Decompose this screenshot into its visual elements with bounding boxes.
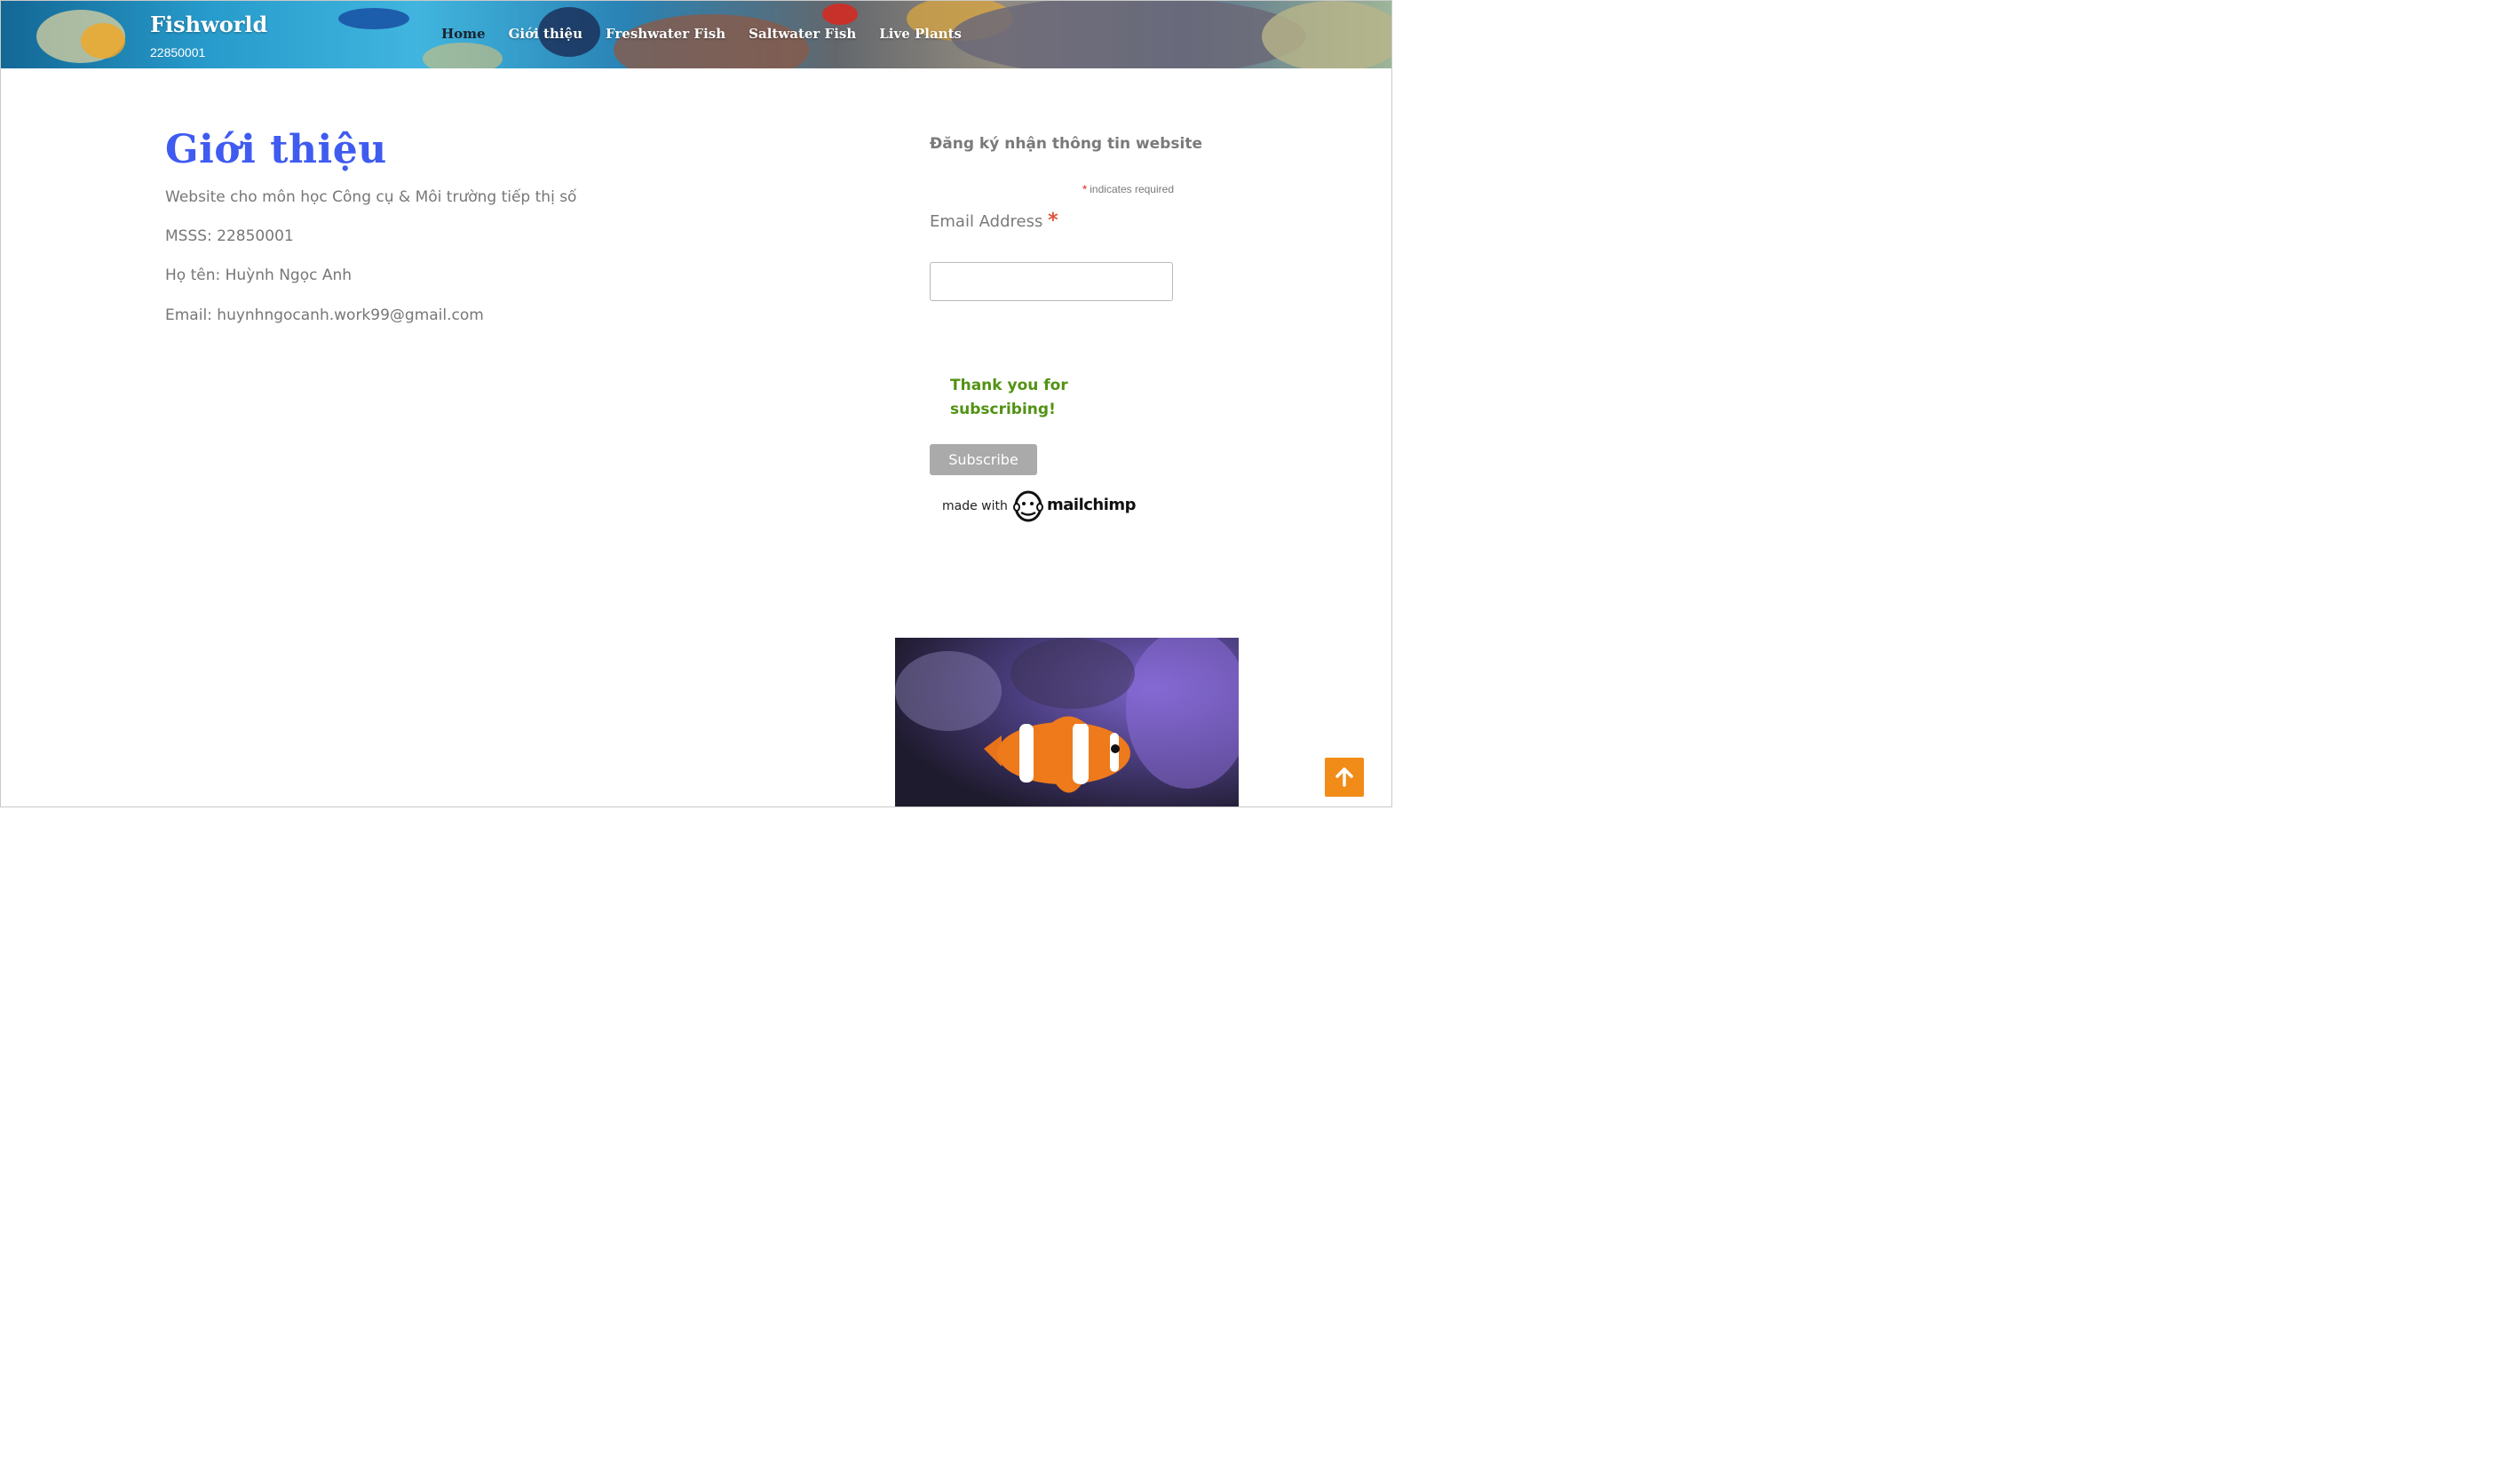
clownfish-photo bbox=[895, 638, 1239, 807]
arrow-up-icon bbox=[1335, 767, 1353, 787]
nav-item-live-plants[interactable]: Live Plants bbox=[879, 26, 962, 42]
mailchimp-logo-icon[interactable] bbox=[1012, 489, 1044, 523]
site-title[interactable]: Fishworld bbox=[150, 12, 267, 37]
signup-widget-title: Đăng ký nhận thông tin website bbox=[930, 135, 1202, 153]
nav-item-home[interactable]: Home bbox=[441, 26, 486, 42]
nav-item-freshwater-fish[interactable]: Freshwater Fish bbox=[606, 26, 725, 42]
student-id-paragraph: MSSS: 22850001 bbox=[165, 227, 294, 245]
required-note: * indicates required bbox=[977, 183, 1174, 195]
email-label-text: Email Address bbox=[930, 212, 1043, 231]
back-to-top-button[interactable] bbox=[1325, 758, 1364, 797]
thank-you-message: Thank you for subscribing! bbox=[950, 377, 1068, 418]
clownfish-image-graphic bbox=[895, 638, 1239, 807]
email-required-asterisk: * bbox=[1048, 210, 1058, 232]
email-label: Email Address * bbox=[930, 210, 1058, 232]
required-asterisk: * bbox=[1082, 183, 1087, 195]
student-name-paragraph: Họ tên: Huỳnh Ngọc Anh bbox=[165, 266, 353, 284]
site-header: Fishworld 22850001 Home Giới thiệu Fresh… bbox=[1, 1, 1391, 68]
site-tagline: 22850001 bbox=[150, 45, 206, 60]
intro-paragraph: Website cho môn học Công cụ & Môi trường… bbox=[165, 188, 577, 206]
page-title: Giới thiệu bbox=[165, 127, 387, 172]
email-input[interactable] bbox=[930, 262, 1173, 301]
made-with-text: made with bbox=[942, 499, 1008, 513]
nav-item-saltwater-fish[interactable]: Saltwater Fish bbox=[749, 26, 856, 42]
required-note-text: indicates required bbox=[1090, 183, 1174, 195]
main-nav: Home Giới thiệu Freshwater Fish Saltwate… bbox=[441, 26, 962, 42]
subscribe-button[interactable]: Subscribe bbox=[930, 444, 1037, 475]
mailchimp-wordmark[interactable]: mailchimp bbox=[1047, 496, 1137, 514]
nav-item-gioi-thieu[interactable]: Giới thiệu bbox=[509, 26, 582, 42]
student-email-paragraph: Email: huynhngocanh.work99@gmail.com bbox=[165, 306, 484, 324]
